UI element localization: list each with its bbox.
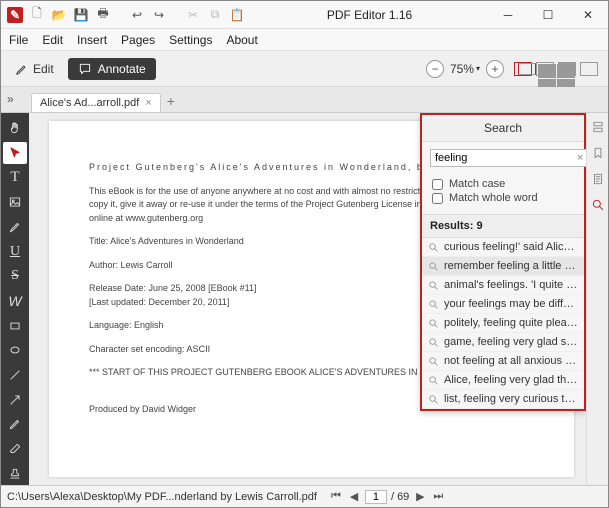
search-result[interactable]: Alice, feeling very glad that it ... — [422, 371, 584, 390]
page-input[interactable] — [365, 490, 387, 504]
stamp-tool[interactable] — [3, 462, 27, 485]
zoom-value[interactable]: 75%▾ — [450, 62, 480, 76]
page-total: / 69 — [391, 491, 409, 503]
results-count: Results: 9 — [422, 215, 584, 238]
menu-insert[interactable]: Insert — [77, 33, 107, 47]
open-icon[interactable]: 📂 — [51, 7, 67, 23]
search-tab-icon[interactable] — [590, 197, 606, 213]
bookmarks-icon[interactable] — [590, 145, 606, 161]
new-icon[interactable]: 🗋 — [29, 7, 45, 23]
document-tab[interactable]: Alice's Ad...arroll.pdf × — [31, 93, 161, 112]
tab-label: Alice's Ad...arroll.pdf — [40, 97, 139, 109]
tab-close-icon[interactable]: × — [145, 97, 151, 109]
search-clear-icon[interactable]: × — [577, 152, 583, 164]
highlight-tool[interactable] — [3, 216, 27, 239]
search-panel: Search × Match case Match whole word Res… — [420, 113, 586, 411]
edit-label: Edit — [33, 62, 54, 76]
arrow-tool[interactable] — [3, 388, 27, 411]
annotate-label: Annotate — [98, 62, 146, 76]
page-first[interactable]: ⏮ — [329, 490, 343, 503]
eraser-tool[interactable] — [3, 438, 27, 461]
print-icon[interactable]: 🖶 — [95, 7, 111, 23]
view-facing[interactable] — [580, 62, 598, 76]
view-mode-toggles — [514, 62, 598, 76]
copy-icon[interactable]: ⧉ — [207, 7, 223, 23]
underline-tool[interactable]: U — [3, 240, 27, 263]
menu-file[interactable]: File — [9, 33, 28, 47]
tab-add-button[interactable]: + — [167, 93, 175, 112]
close-button[interactable]: ✕ — [568, 1, 608, 29]
cut-icon[interactable]: ✂ — [185, 7, 201, 23]
page-prev[interactable]: ◀ — [347, 490, 361, 503]
titlebar: ✎ 🗋 📂 💾 🖶 ↩ ↪ ✂ ⧉ 📋 PDF Editor 1.16 ─ ☐ … — [1, 1, 608, 29]
comment-icon — [78, 62, 92, 76]
redo-icon[interactable]: ↪ — [151, 7, 167, 23]
search-result[interactable]: game, feeling very glad she ha... — [422, 333, 584, 352]
tools-sidebar: T U S W — [1, 113, 29, 485]
match-whole-option[interactable]: Match whole word — [432, 192, 574, 204]
line-tool[interactable] — [3, 364, 27, 387]
ellipse-tool[interactable] — [3, 339, 27, 362]
view-continuous[interactable] — [558, 62, 576, 76]
attachments-icon[interactable] — [590, 171, 606, 187]
app-window: ✎ 🗋 📂 💾 🖶 ↩ ↪ ✂ ⧉ 📋 PDF Editor 1.16 ─ ☐ … — [0, 0, 609, 508]
annotate-mode-button[interactable]: Annotate — [68, 58, 156, 80]
document-tabs: » Alice's Ad...arroll.pdf × + — [1, 87, 608, 113]
window-title: PDF Editor 1.16 — [251, 8, 488, 22]
search-result[interactable]: list, feeling very curious to see ... — [422, 390, 584, 409]
search-input[interactable] — [435, 152, 577, 164]
menubar: File Edit Insert Pages Settings About — [1, 29, 608, 51]
paste-icon[interactable]: 📋 — [229, 7, 245, 23]
undo-icon[interactable]: ↩ — [129, 7, 145, 23]
pencil-tool[interactable] — [3, 413, 27, 436]
right-rail — [586, 113, 608, 485]
image-tool[interactable] — [3, 191, 27, 214]
menu-pages[interactable]: Pages — [121, 33, 155, 47]
search-input-wrap[interactable]: × — [430, 149, 586, 167]
search-title: Search — [422, 115, 584, 142]
page-next[interactable]: ▶ — [413, 490, 427, 503]
file-path: C:\Users\Alexa\Desktop\My PDF...nderland… — [7, 491, 317, 503]
thumbnails-icon[interactable] — [590, 119, 606, 135]
status-bar: C:\Users\Alexa\Desktop\My PDF...nderland… — [1, 485, 608, 507]
menu-about[interactable]: About — [226, 33, 257, 47]
view-grid[interactable] — [536, 62, 554, 76]
maximize-button[interactable]: ☐ — [528, 1, 568, 29]
pencil-icon — [15, 62, 29, 76]
app-icon: ✎ — [7, 7, 23, 23]
hand-tool[interactable] — [3, 117, 27, 140]
page-navigator: ⏮ ◀ / 69 ▶ ⏭ — [329, 490, 445, 504]
zoom-in-button[interactable]: + — [486, 60, 504, 78]
zoom-controls: − 75%▾ + — [426, 60, 504, 78]
match-case-checkbox[interactable] — [432, 179, 443, 190]
view-single-page[interactable] — [514, 62, 532, 76]
menu-edit[interactable]: Edit — [42, 33, 63, 47]
match-case-option[interactable]: Match case — [432, 178, 574, 190]
search-result[interactable]: not feeling at all anxious to ha... — [422, 352, 584, 371]
document-viewport[interactable]: Project Gutenberg's Alice's Adventures i… — [29, 113, 586, 485]
search-results: curious feeling!' said Alice; 'I m... re… — [422, 238, 584, 409]
rectangle-tool[interactable] — [3, 314, 27, 337]
match-whole-checkbox[interactable] — [432, 193, 443, 204]
edit-mode-button[interactable]: Edit — [7, 59, 62, 79]
tabs-menu-icon[interactable]: » — [7, 92, 14, 106]
save-icon[interactable]: 💾 — [73, 7, 89, 23]
search-result[interactable]: politely, feeling quite pleased t... — [422, 314, 584, 333]
text-tool[interactable]: T — [3, 166, 27, 189]
search-result[interactable]: remember feeling a little differ... — [422, 257, 584, 276]
minimize-button[interactable]: ─ — [488, 1, 528, 29]
select-tool[interactable] — [3, 142, 27, 165]
main-toolbar: Edit Annotate − 75%▾ + — [1, 51, 608, 87]
wavy-tool[interactable]: W — [3, 290, 27, 313]
strikeout-tool[interactable]: S — [3, 265, 27, 288]
search-result[interactable]: curious feeling!' said Alice; 'I m... — [422, 238, 584, 257]
menu-settings[interactable]: Settings — [169, 33, 212, 47]
search-result[interactable]: animal's feelings. 'I quite forgo... — [422, 276, 584, 295]
search-result[interactable]: your feelings may be different,... — [422, 295, 584, 314]
page-last[interactable]: ⏭ — [431, 490, 445, 503]
zoom-out-button[interactable]: − — [426, 60, 444, 78]
